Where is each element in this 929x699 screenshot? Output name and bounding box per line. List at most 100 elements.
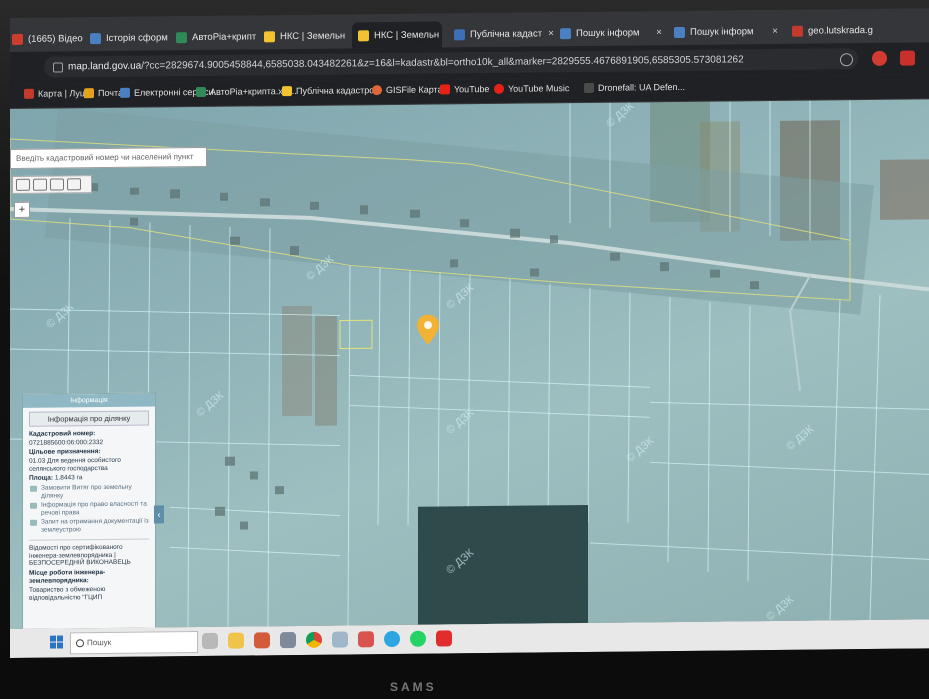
address-host: map.land.gov.ua [68,60,142,73]
media-app-icon[interactable] [254,632,270,649]
tab-search-info-1[interactable]: Пошук інформ × [560,19,668,46]
chrome-icon[interactable] [306,631,322,648]
tab-autoria[interactable]: АвтоРіа+крипт × [176,23,262,50]
tab-search-info-2[interactable]: Пошук інформ × [674,18,784,45]
taskbar-search-placeholder: Пошук [87,637,112,648]
sheets-favicon-icon [176,31,187,43]
area-row: Площа: 1.8443 га [29,474,83,482]
watermark-text: © ДЗК [444,407,476,437]
engineer-note: Відомості про сертифікованого інженера-з… [29,538,149,568]
adblock-icon[interactable] [872,50,887,66]
order-extract-link[interactable]: Замовити Витяг про земельну ділянку [41,484,149,500]
selected-parcel-outline[interactable] [339,319,373,350]
telegram-icon[interactable] [384,630,400,648]
close-tab-icon[interactable]: × [256,31,262,42]
mail-icon [84,88,94,99]
whatsapp-icon[interactable] [410,630,426,647]
address-path: /?cc=2829674.9005458844,6585038.04348226… [141,54,744,72]
tab-label: Публічна кадаст [470,27,543,40]
tab-public-cadastre[interactable]: Публічна кадаст × [454,20,554,47]
search-icon [76,639,84,648]
nks-favicon-icon [264,30,275,42]
documentation-request-link[interactable]: Запит на отримання документації із земле… [41,518,149,534]
cadastral-map[interactable]: © ДЗК © ДЗК © ДЗК © ДЗК © ДЗК © ДЗК © ДЗ… [10,99,929,629]
lutsk-favicon-icon [792,25,803,37]
acrobat-icon[interactable] [436,630,452,647]
zoom-in-button[interactable]: + [14,201,30,218]
sheets-icon [196,86,206,98]
mail-icon[interactable] [358,631,374,648]
close-tab-icon[interactable]: × [650,27,668,38]
close-tab-icon[interactable]: × [168,32,175,43]
people-icon[interactable] [280,632,296,649]
parcel-info-button[interactable]: Інформація про ділянку [29,410,149,427]
windows-start-icon[interactable] [50,635,63,649]
tab-label: НКС | Земельн [280,29,346,42]
parcel-info-panel: Інформація Інформація про ділянку Кадаст… [22,392,156,629]
map-toolbar [12,175,92,194]
tab-history[interactable]: Історія сформ × [90,24,174,51]
workplace-label: Місце роботи інженера-землевпорядника: [29,568,106,585]
watermark-text: © ДЗК [44,301,76,331]
watermark-text: © ДЗК [444,282,476,312]
star-icon[interactable] [840,53,853,67]
document-favicon-icon [90,32,101,44]
bookmark-icon [584,82,594,93]
taskbar-search[interactable]: Пошук [70,631,198,655]
collapse-panel-button[interactable]: ‹ [154,505,164,524]
village-area [44,108,874,315]
ownership-info-link[interactable]: Інформація про право власності та речові… [41,501,149,517]
close-tab-icon[interactable]: × [542,28,554,39]
pdf-extension-icon[interactable] [900,50,915,66]
tab-label: Пошук інформ [690,25,754,38]
bookmark-public-cadastre[interactable]: Публічна кадастро... [282,85,382,97]
bookmark-youtube-music[interactable]: YouTube Music [494,83,569,94]
watermark-text: © ДЗК [194,389,226,419]
bookmark-label: GISFile Карта [386,84,443,96]
cadastral-number-value: 0721885600:06:000:2332 [29,439,104,447]
close-tab-icon[interactable]: × [345,30,350,41]
purpose-value: 01.03 Для ведення особистого селянського… [29,456,121,473]
youtube-music-icon [494,83,504,94]
cadastre-search-input[interactable]: Введіть кадастровий номер чи населений п… [10,146,207,169]
location-pin-icon[interactable] [417,314,439,345]
nks-favicon-icon [358,29,369,41]
document-icon [120,87,130,98]
measure-icon[interactable] [33,178,47,191]
field-strip [315,315,337,426]
close-tab-icon[interactable]: × [766,25,784,36]
gisfile-icon [372,85,382,96]
bookmark-youtube[interactable]: YouTube [440,84,489,95]
pointer-icon[interactable] [50,178,64,191]
bookmark-gisfile[interactable]: GISFile Карта [372,84,443,96]
flag-favicon-icon [454,28,465,40]
file-explorer-icon[interactable] [228,632,244,649]
forest-block [418,504,588,625]
tab-geo-lutskrada[interactable]: geo.lutskrada.g [792,17,902,44]
youtube-favicon-icon [12,33,23,45]
select-area-icon[interactable] [67,178,81,191]
address-bar[interactable]: map.land.gov.ua/?cc=2829674.9005458844,6… [44,48,858,78]
print-icon[interactable] [16,178,30,191]
lock-icon [53,62,63,73]
tab-youtube[interactable]: (1665) Відео - [12,25,84,52]
bookmark-label: Публічна кадастро... [296,85,382,97]
tab-label: (1665) Відео - [28,32,84,45]
tab-nks-1[interactable]: НКС | Земельн × [264,22,350,49]
tab-nks-2[interactable]: НКС | Земельн × [352,21,442,49]
bookmark-label: YouTube [454,83,490,95]
workplace-value: Товариство з обмеженою відповідальністю … [29,585,106,602]
cloud-app-icon[interactable] [332,631,348,648]
bookmark-dronefall[interactable]: Dronefall: UA Defen... [584,82,685,93]
close-tab-icon[interactable]: × [439,29,442,40]
tab-label: АвтоРіа+крипт [192,30,257,43]
bookmark-mail[interactable]: Почта [84,88,123,99]
task-view-icon[interactable] [202,632,218,649]
cadastral-number-label: Кадастровий номер: [29,430,96,438]
watermark-text: © ДЗК [764,593,796,623]
document-favicon-icon [674,26,685,38]
watermark-text: © ДЗК [784,423,816,453]
area-value: 1.8443 га [54,474,83,482]
nks-icon [282,86,292,97]
tab-label: Історія сформ [106,31,168,44]
